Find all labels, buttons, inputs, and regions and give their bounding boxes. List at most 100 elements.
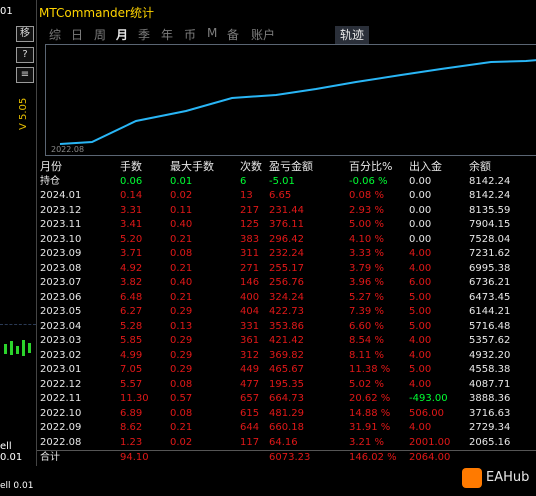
holding-lots: 0.06	[120, 175, 143, 187]
cell-balance: 6144.21	[469, 306, 511, 317]
table-row: 2023.07 3.82 0.40 146 256.76 3.96 % 6.00 6736.2…	[37, 276, 536, 291]
cell-max-lots: 0.21	[170, 291, 193, 303]
cell-lots: 5.28	[120, 320, 143, 332]
equity-curve-line	[59, 59, 536, 145]
cell-deposit: 2001.00	[409, 436, 451, 448]
cell-pnl: 376.11	[269, 219, 304, 230]
equity-curve-svg	[59, 59, 536, 145]
cell-lots: 3.82	[120, 277, 143, 288]
header-lots: 手数	[120, 160, 142, 173]
cell-deposit: 4.00	[409, 335, 432, 346]
holding-row: 持仓 0.06 0.01 6 -5.01 -0.06 % 0.00 8142.2…	[37, 175, 536, 190]
table-row: 2022.09 8.62 0.21 644 660.18 31.91 % 4.00 2729.…	[37, 421, 536, 436]
header-percent: 百分比%	[349, 160, 393, 173]
table-header-row: 月份 手数 最大手数 次数 盈亏金额 百分比% 出入金 余额	[37, 160, 536, 175]
tab-track[interactable]: 轨迹	[335, 26, 370, 44]
cell-pnl: 255.17	[269, 262, 304, 274]
table-row: 2023.05 6.27 0.29 404 422.73 7.39 % 5.00 6144.2…	[37, 305, 536, 320]
table-body: 2024.01 0.14 0.02 13 6.65 0.08 % 0.00 8142.24 20…	[37, 189, 536, 450]
total-row: 合计 94.10 6073.23 146.02 % 2064.00	[37, 450, 536, 466]
table-row: 2022.10 6.89 0.08 615 481.29 14.88 % 506.00 371…	[37, 407, 536, 422]
cell-month: 2022.09	[40, 422, 82, 433]
cell-percent: 0.08 %	[349, 190, 384, 201]
cell-lots: 5.85	[120, 335, 143, 346]
candle	[4, 344, 7, 354]
holding-deposit: 0.00	[409, 175, 432, 187]
cell-month: 2022.08	[40, 436, 82, 448]
cell-percent: 3.79 %	[349, 262, 384, 274]
cell-pnl: 64.16	[269, 436, 298, 448]
cell-lots: 3.71	[120, 248, 143, 259]
cell-lots: 6.48	[120, 291, 143, 303]
help-button[interactable]: ?	[16, 47, 34, 63]
cell-deposit: 4.00	[409, 248, 432, 259]
sell-label: ell 0.01	[0, 441, 23, 463]
cell-deposit: 6.00	[409, 277, 432, 288]
cell-pnl: 422.73	[269, 306, 304, 317]
cell-balance: 4087.71	[469, 378, 511, 390]
cell-deposit: 5.00	[409, 291, 432, 303]
cell-count: 146	[240, 277, 260, 288]
version-label: V 5.05	[18, 97, 29, 130]
total-deposit: 2064.00	[409, 452, 451, 463]
cell-month: 2023.02	[40, 349, 82, 361]
cell-deposit: 5.00	[409, 306, 432, 317]
cell-deposit: 0.00	[409, 219, 432, 230]
cell-pnl: 465.67	[269, 364, 304, 375]
chart-start-date: 2022.08	[51, 145, 85, 154]
tab-week[interactable]: 周	[94, 26, 106, 43]
cell-balance: 2065.16	[469, 436, 511, 448]
cell-balance: 4558.38	[469, 364, 511, 375]
cell-pnl: 369.82	[269, 349, 304, 361]
cell-pnl: 195.35	[269, 378, 304, 390]
cell-balance: 7231.62	[469, 248, 511, 259]
tab-magic[interactable]: M	[207, 26, 217, 40]
candle	[22, 340, 25, 356]
cell-count: 331	[240, 320, 260, 332]
cell-count: 311	[240, 248, 260, 259]
header-month: 月份	[40, 160, 62, 173]
monthly-stats-table: 月份 手数 最大手数 次数 盈亏金额 百分比% 出入金 余额 持仓 0.06 0…	[37, 160, 536, 466]
holding-count: 6	[240, 175, 247, 187]
tab-notes[interactable]: 备	[227, 26, 239, 43]
total-label: 合计	[40, 452, 60, 463]
cell-count: 477	[240, 378, 260, 390]
cell-count: 383	[240, 233, 260, 245]
cell-max-lots: 0.21	[170, 233, 193, 245]
cell-count: 13	[240, 190, 253, 201]
tab-year[interactable]: 年	[161, 26, 173, 43]
table-row: 2023.04 5.28 0.13 331 353.86 6.60 % 5.00 5716.4…	[37, 320, 536, 335]
candle	[10, 341, 13, 355]
cell-percent: 7.39 %	[349, 306, 384, 317]
price-axis-label-top: 01	[0, 6, 13, 17]
tab-overview[interactable]: 综	[49, 26, 61, 43]
table-row: 2023.06 6.48 0.21 400 324.24 5.27 % 5.00 6473.4…	[37, 291, 536, 306]
cell-percent: 14.88 %	[349, 407, 391, 419]
cell-percent: 4.10 %	[349, 233, 384, 245]
cell-count: 657	[240, 393, 260, 404]
cell-percent: 5.00 %	[349, 219, 384, 230]
cell-lots: 4.92	[120, 262, 143, 274]
cell-balance: 6736.21	[469, 277, 511, 288]
tab-currency[interactable]: 币	[184, 26, 196, 43]
cell-percent: 2.93 %	[349, 204, 384, 216]
candle	[16, 346, 19, 354]
cell-pnl: 664.73	[269, 393, 304, 404]
cell-count: 271	[240, 262, 260, 274]
header-balance: 余额	[469, 160, 491, 173]
tab-quarter[interactable]: 季	[138, 26, 150, 43]
table-row: 2023.02 4.99 0.29 312 369.82 8.11 % 4.00 4932.2…	[37, 349, 536, 364]
menu-button[interactable]: ≡	[16, 67, 34, 83]
cell-percent: 5.27 %	[349, 291, 384, 303]
tab-day[interactable]: 日	[71, 26, 83, 43]
tab-month[interactable]: 月	[116, 26, 128, 43]
cell-max-lots: 0.40	[170, 277, 193, 288]
cell-deposit: 4.00	[409, 378, 432, 390]
table-row: 2023.09 3.71 0.08 311 232.24 3.33 % 4.00 7231.6…	[37, 247, 536, 262]
holding-balance: 8142.24	[469, 175, 511, 187]
cell-pnl: 353.86	[269, 320, 304, 332]
move-button[interactable]: 移	[16, 26, 34, 42]
tab-account[interactable]: 账户	[251, 26, 275, 43]
total-lots: 94.10	[120, 452, 149, 463]
cell-max-lots: 0.21	[170, 422, 193, 433]
